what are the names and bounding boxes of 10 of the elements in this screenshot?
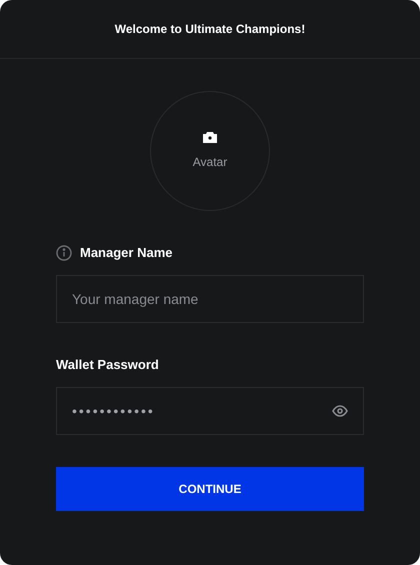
continue-button[interactable]: CONTINUE bbox=[56, 467, 364, 511]
eye-icon[interactable] bbox=[332, 405, 348, 417]
field-label: Manager Name bbox=[80, 244, 172, 262]
info-icon bbox=[56, 245, 72, 261]
window-title: Welcome to Ultimate Champions! bbox=[114, 21, 306, 38]
field-label: Wallet Password bbox=[56, 356, 159, 374]
camera-icon bbox=[203, 131, 217, 143]
name-field[interactable]: Your manager name bbox=[56, 275, 364, 323]
avatar-upload[interactable]: Avatar bbox=[150, 91, 270, 211]
password-field[interactable]: •••••••••••• bbox=[56, 387, 364, 435]
